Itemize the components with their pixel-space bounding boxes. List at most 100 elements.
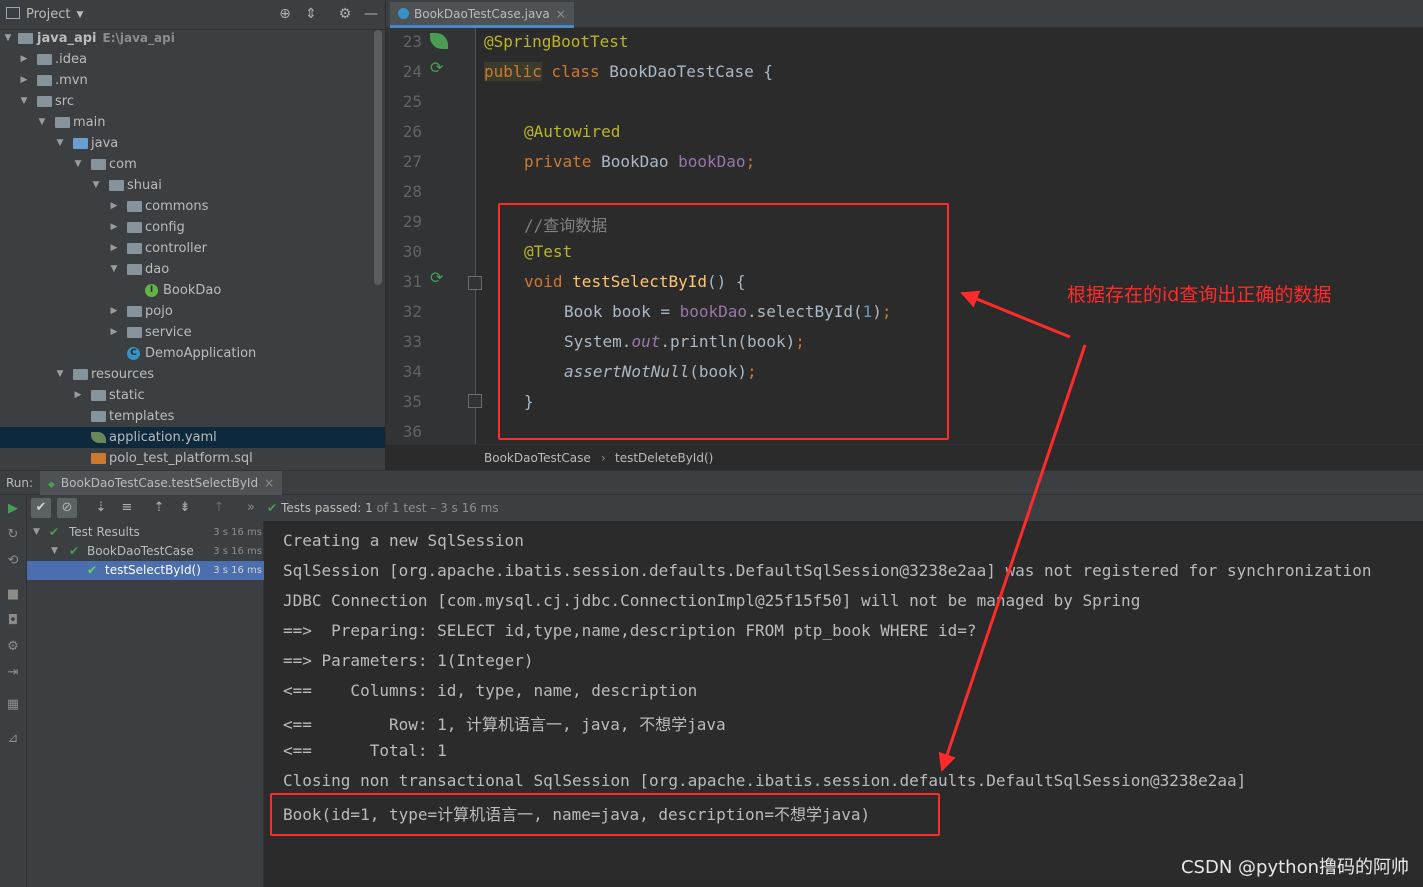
expand-arrow-icon[interactable]: ▼	[108, 259, 120, 280]
code-line-27[interactable]: private BookDao bookDao;	[524, 152, 755, 171]
breadcrumb-class[interactable]: BookDaoTestCase	[484, 445, 591, 471]
tree-item-demoapplication[interactable]: C DemoApplication	[0, 343, 385, 364]
annotation-token: @SpringBootTest	[484, 32, 629, 51]
collapsed-arrow-icon[interactable]: ▶	[108, 217, 120, 238]
collapsed-arrow-icon[interactable]: ▶	[108, 301, 120, 322]
fold-marker-icon[interactable]	[468, 394, 482, 408]
tree-item-src[interactable]: ▼ src	[0, 91, 385, 112]
package-icon	[127, 222, 142, 233]
tree-item-main[interactable]: ▼ main	[0, 112, 385, 133]
tree-item-static[interactable]: ▶ static	[0, 385, 385, 406]
code-line-23[interactable]: @SpringBootTest	[484, 32, 629, 51]
semicolon-token: ;	[745, 152, 756, 171]
previous-failed-icon[interactable]: ↑	[209, 498, 229, 518]
gear-icon[interactable]: ⚙	[336, 6, 354, 22]
run-test-icon[interactable]: ⟳	[430, 268, 448, 287]
rerun-failed-icon[interactable]: ↻	[5, 527, 21, 543]
line-number: 24	[402, 62, 422, 81]
collapse-all-icon[interactable]: ⇟	[175, 498, 195, 518]
code-line-26[interactable]: @Autowired	[524, 122, 620, 141]
folder-icon	[37, 54, 52, 65]
console-line: <== Row: 1, 计算机语言一, java, 不想学java	[283, 715, 726, 734]
collapsed-arrow-icon[interactable]: ▶	[108, 238, 120, 259]
tree-item-application-yaml[interactable]: application.yaml	[0, 427, 385, 448]
project-panel-header: Project ▼ ⊕ ⇕ ⚙ —	[0, 0, 385, 30]
sort-alpha-icon[interactable]: ⇣	[91, 498, 111, 518]
package-icon	[127, 201, 142, 212]
run-config-tab[interactable]: ◆ BookDaoTestCase.testSelectById ×	[40, 471, 283, 496]
settings-icon[interactable]: ⚙	[5, 639, 21, 655]
expand-arrow-icon[interactable]: ▼	[54, 364, 66, 385]
expand-arrow-icon[interactable]: ▼	[51, 542, 58, 561]
hide-panel-icon[interactable]: —	[362, 6, 380, 22]
tree-item-com[interactable]: ▼ com	[0, 154, 385, 175]
breadcrumb-method[interactable]: testDeleteById()	[615, 445, 713, 471]
expand-arrow-icon[interactable]: ▼	[72, 154, 84, 175]
exit-icon[interactable]: ⇥	[5, 665, 21, 681]
close-icon[interactable]: ×	[264, 476, 274, 490]
expand-arrow-icon[interactable]: ▼	[33, 523, 40, 542]
tree-item-config[interactable]: ▶ config	[0, 217, 385, 238]
sort-duration-icon[interactable]: ≡	[117, 498, 137, 518]
collapsed-arrow-icon[interactable]: ▶	[108, 322, 120, 343]
run-test-icon[interactable]: ⟳	[430, 58, 448, 77]
tree-item-pojo[interactable]: ▶ pojo	[0, 301, 385, 322]
tree-item-label: static	[109, 388, 145, 403]
tree-item-bookdao[interactable]: I BookDao	[0, 280, 385, 301]
fold-marker-icon[interactable]	[468, 276, 482, 290]
layout-icon[interactable]: ▦	[5, 697, 21, 713]
tree-item-java-api[interactable]: ▼ java_api E:\java_api	[0, 28, 385, 49]
camera-icon[interactable]: ◘	[5, 613, 21, 629]
tree-item-label: src	[55, 94, 74, 109]
project-window-icon	[6, 7, 20, 19]
test-results-tree: ▼ ✔ Test Results 3 s 16 ms ▼ ✔ BookDaoTe…	[27, 521, 264, 887]
expand-arrow-icon[interactable]: ▼	[2, 28, 14, 49]
test-status: ✔ Tests passed: 1 of 1 test – 3 s 16 ms	[267, 501, 499, 515]
tree-item-templates[interactable]: templates	[0, 406, 385, 427]
tree-item-sql-file[interactable]: polo_test_platform.sql	[0, 448, 385, 469]
tree-item-mvn[interactable]: ▶ .mvn	[0, 70, 385, 91]
pin-icon[interactable]: ⊿	[5, 731, 21, 747]
package-icon	[127, 306, 142, 317]
tree-item-idea[interactable]: ▶ .idea	[0, 49, 385, 70]
collapsed-arrow-icon[interactable]: ▶	[72, 385, 84, 406]
test-method-node[interactable]: ✔ testSelectById() 3 s 16 ms	[27, 561, 264, 580]
expand-arrow-icon[interactable]: ▼	[36, 112, 48, 133]
more-icon[interactable]: »	[241, 498, 261, 518]
collapsed-arrow-icon[interactable]: ▶	[18, 49, 30, 70]
tree-item-service[interactable]: ▶ service	[0, 322, 385, 343]
test-class-node[interactable]: ▼ ✔ BookDaoTestCase 3 s 16 ms	[27, 542, 264, 561]
collapse-all-icon[interactable]: ⇕	[302, 6, 320, 22]
tree-item-java[interactable]: ▼ java	[0, 133, 385, 154]
expand-arrow-icon[interactable]: ▼	[18, 91, 30, 112]
expand-arrow-icon[interactable]: ▼	[90, 175, 102, 196]
tree-item-shuai[interactable]: ▼ shuai	[0, 175, 385, 196]
expand-all-icon[interactable]: ⇡	[149, 498, 169, 518]
rerun-icon[interactable]: ▶	[5, 501, 21, 517]
folder-icon	[37, 96, 52, 107]
run-tool-window-header: Run: ◆ BookDaoTestCase.testSelectById ×	[0, 470, 1423, 496]
tree-item-controller[interactable]: ▶ controller	[0, 238, 385, 259]
console-line: JDBC Connection [com.mysql.cj.jdbc.Conne…	[283, 591, 1141, 610]
line-number: 28	[402, 182, 422, 201]
tree-item-resources[interactable]: ▼ resources	[0, 364, 385, 385]
expand-arrow-icon[interactable]: ▼	[54, 133, 66, 154]
tree-item-dao[interactable]: ▼ dao	[0, 259, 385, 280]
close-icon[interactable]: ×	[556, 7, 566, 21]
show-passed-icon[interactable]: ✔	[31, 498, 51, 518]
show-ignored-icon[interactable]: ⊘	[57, 498, 77, 518]
toggle-auto-test-icon[interactable]: ⟲	[5, 553, 21, 569]
stop-icon[interactable]: ■	[5, 587, 21, 603]
editor-tab[interactable]: BookDaoTestCase.java ×	[390, 2, 574, 28]
tree-item-label: polo_test_platform.sql	[109, 451, 253, 466]
locate-icon[interactable]: ⊕	[276, 6, 294, 22]
spring-bean-icon[interactable]	[430, 33, 448, 49]
test-results-root[interactable]: ▼ ✔ Test Results 3 s 16 ms	[27, 523, 264, 542]
collapsed-arrow-icon[interactable]: ▶	[18, 70, 30, 91]
project-view-selector[interactable]: Project ▼	[6, 7, 83, 22]
tree-item-commons[interactable]: ▶ commons	[0, 196, 385, 217]
collapsed-arrow-icon[interactable]: ▶	[108, 196, 120, 217]
code-line-24[interactable]: public class BookDaoTestCase {	[484, 62, 773, 81]
tree-item-label: com	[109, 157, 137, 172]
project-scrollbar[interactable]	[374, 30, 382, 285]
